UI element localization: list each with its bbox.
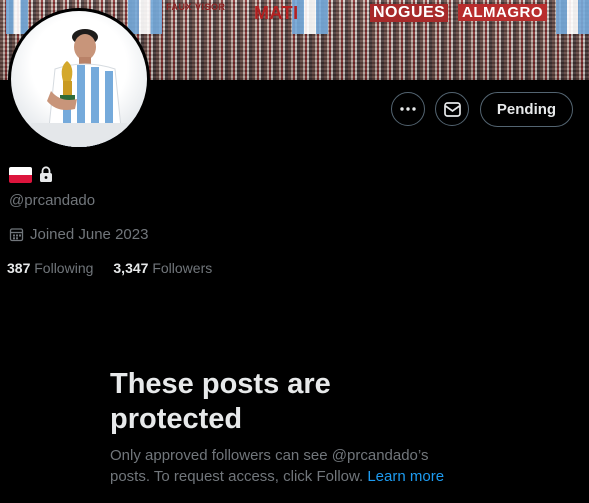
following-label: Following — [34, 260, 94, 276]
display-name — [9, 166, 53, 183]
profile-handle: @prcandado — [9, 192, 96, 209]
more-icon — [400, 107, 416, 111]
calendar-icon — [9, 228, 24, 242]
avatar[interactable] — [8, 8, 150, 150]
banner-flag — [128, 0, 162, 34]
pending-follow-button[interactable]: Pending — [480, 92, 573, 127]
banner-sign: NOGUES — [370, 4, 449, 22]
joined-text: Joined June 2023 — [30, 226, 149, 243]
banner-flag — [556, 0, 589, 34]
followers-count: 3,347 — [113, 260, 149, 276]
joined-date: Joined June 2023 — [9, 226, 148, 243]
protected-description: Only approved followers can see @prcanda… — [110, 445, 470, 487]
banner-sign: MATI — [254, 3, 299, 23]
banner-flag — [6, 0, 28, 34]
banner-sign: FAUX VISOR — [166, 2, 226, 12]
following-count: 387 — [7, 260, 31, 276]
followers-link[interactable]: 3,347 Followers — [113, 260, 212, 276]
following-link[interactable]: 387 Following — [7, 260, 93, 276]
message-icon — [443, 101, 461, 117]
lock-icon — [40, 166, 52, 182]
follow-stats: 387 Following 3,347 Followers — [7, 260, 212, 276]
followers-label: Followers — [152, 260, 213, 276]
more-button[interactable] — [391, 92, 425, 126]
protected-title: These posts are protected — [110, 368, 331, 435]
learn-more-link[interactable]: Learn more — [367, 468, 444, 485]
banner-sign: ALMAGRO — [458, 4, 547, 21]
poland-flag-icon — [9, 166, 32, 183]
message-button[interactable] — [435, 92, 469, 126]
